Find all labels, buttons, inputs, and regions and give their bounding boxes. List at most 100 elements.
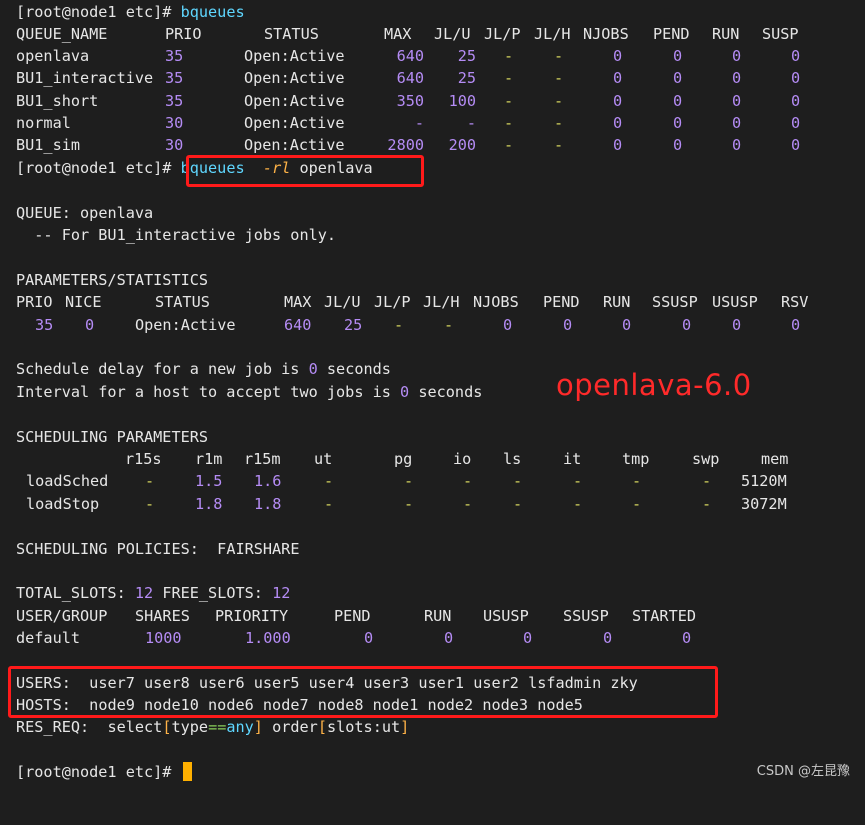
fs-value: 0 [603, 629, 613, 647]
schedule-delay-line: Schedule delay for a new job is 0 second… [16, 358, 391, 380]
res-req-type: type [171, 718, 209, 736]
queue-cell: - [504, 113, 514, 132]
highlight-box-command [186, 155, 424, 187]
param-col: JL/P [374, 293, 411, 311]
queue-table-header: QUEUE_NAME PRIO STATUS MAX JL/U JL/P JL/… [16, 23, 856, 45]
sched-col: pg [394, 450, 413, 468]
queue-cell: - [554, 69, 564, 88]
queue-cell: - [504, 136, 514, 155]
queue-cell: 0 [613, 69, 623, 88]
queue-cell: 0 [791, 47, 801, 65]
free-slots-label: FREE_SLOTS: [162, 584, 263, 602]
param-value: - [394, 316, 404, 334]
queue-cell: - [554, 47, 564, 65]
queue-row: openlava 35 Open:Active 640 25 - - 0 0 0 0 [16, 45, 856, 67]
col-queue-name: QUEUE_NAME [16, 25, 108, 43]
queue-cell: - [504, 69, 514, 88]
res-req-eq: == [208, 718, 227, 736]
fs-value: 0 [682, 629, 692, 647]
fairshare-header: USER/GROUP SHARES PRIORITY PEND RUN USUS… [16, 605, 856, 627]
param-col: STATUS [155, 293, 210, 311]
sched-value: - [513, 494, 523, 513]
col-jlp: JL/P [484, 25, 521, 43]
col-pend: PEND [653, 25, 690, 43]
queue-cell: 25 [457, 47, 476, 65]
params-title: PARAMETERS/STATISTICS [16, 271, 209, 289]
queue-cell: 0 [673, 136, 683, 155]
queue-detail-line: QUEUE: openlava [16, 202, 153, 224]
sched-value: - [573, 494, 583, 513]
sched-params-header: r15s r1m r15m ut pg io ls it tmp swp mem [16, 448, 856, 470]
param-value: 0 [791, 316, 801, 334]
queue-row: BU1_sim 30 Open:Active 2800 200 - - 0 0 0 0 [16, 134, 856, 156]
sched-value: 3072M [741, 494, 787, 513]
prompt-line-3[interactable]: [root@node1 etc]# [16, 761, 192, 783]
sched-col: tmp [622, 450, 650, 468]
fs-col: PRIORITY [215, 607, 289, 625]
res-req-slots: slots:ut [326, 718, 401, 736]
slots-line: TOTAL_SLOTS: 12 FREE_SLOTS: 12 [16, 582, 290, 604]
queue-cell: - [414, 113, 424, 132]
watermark: CSDN @左昆豫 [756, 764, 850, 779]
sched-value: - [463, 494, 473, 513]
queue-cell: 2800 [387, 136, 424, 155]
queue-row: BU1_interactive 35 Open:Active 640 25 - - 0 0 0 0 [16, 67, 856, 89]
policies-line: SCHEDULING POLICIES: FAIRSHARE [16, 538, 299, 560]
param-col: PEND [543, 293, 580, 311]
queue-cell: - [504, 91, 514, 110]
queue-description: -- For BU1_interactive jobs only. [16, 226, 337, 244]
param-col: PRIO [16, 293, 53, 311]
col-prio: PRIO [165, 25, 202, 43]
sched-param-row: loadStop - 1.8 1.8 - - - - - - - 3072M [16, 493, 856, 515]
sched-value: - [702, 472, 712, 490]
param-col: RUN [603, 293, 631, 311]
col-jlh: JL/H [534, 25, 571, 43]
col-jlu: JL/U [434, 25, 471, 43]
queue-cell: 0 [791, 113, 801, 132]
res-req-bracket: ] [253, 718, 263, 736]
schedule-delay-value: 0 [308, 360, 318, 378]
queue-cell: 0 [613, 136, 623, 155]
schedule-delay-unit: seconds [317, 360, 391, 378]
queue-cell: 0 [732, 69, 742, 88]
sched-col: io [453, 450, 472, 468]
queue-cell: 0 [673, 69, 683, 88]
queue-cell: 0 [732, 136, 742, 155]
sched-params-title: SCHEDULING PARAMETERS [16, 428, 209, 446]
fs-col: USUSP [483, 607, 529, 625]
queue-cell: 0 [791, 69, 801, 88]
col-status: STATUS [264, 25, 319, 43]
col-max: MAX [384, 25, 412, 43]
queue-cell: - [554, 91, 564, 110]
param-col: NJOBS [473, 293, 519, 311]
param-col: MAX [284, 293, 312, 311]
prompt-line-1: [root@node1 etc]# bqueues [16, 1, 245, 23]
policies-label: SCHEDULING POLICIES: [16, 540, 199, 558]
res-req-label: RES_REQ: [16, 718, 90, 736]
sched-row-label: loadSched [26, 472, 109, 490]
policies-value: FAIRSHARE [217, 540, 300, 558]
schedule-delay-text: Schedule delay for a new job is [16, 360, 309, 378]
queue-cell: 100 [448, 91, 476, 110]
param-value: - [444, 316, 454, 334]
queue-cell: 0 [732, 91, 742, 110]
fs-col: PEND [334, 607, 371, 625]
queue-cell: 0 [732, 47, 742, 65]
col-njobs: NJOBS [583, 25, 629, 43]
queue-cell: 25 [457, 69, 476, 88]
param-col: JL/H [423, 293, 460, 311]
param-col: USUSP [712, 293, 758, 311]
queue-name-cell: normal [16, 113, 71, 132]
queue-cell: - [466, 113, 476, 132]
queue-cell: 0 [673, 113, 683, 132]
queue-cell: - [554, 136, 564, 155]
terminal-cursor[interactable] [182, 762, 192, 781]
interval-unit: seconds [409, 383, 483, 401]
queue-name-cell: BU1_sim [16, 136, 81, 155]
sched-col: r15s [125, 450, 162, 468]
sched-value: - [404, 494, 414, 513]
res-req-bracket: [ [317, 718, 327, 736]
fs-value: 1000 [145, 629, 182, 647]
queue-cell: 35 [165, 91, 184, 110]
queue-cell: 350 [396, 91, 424, 110]
